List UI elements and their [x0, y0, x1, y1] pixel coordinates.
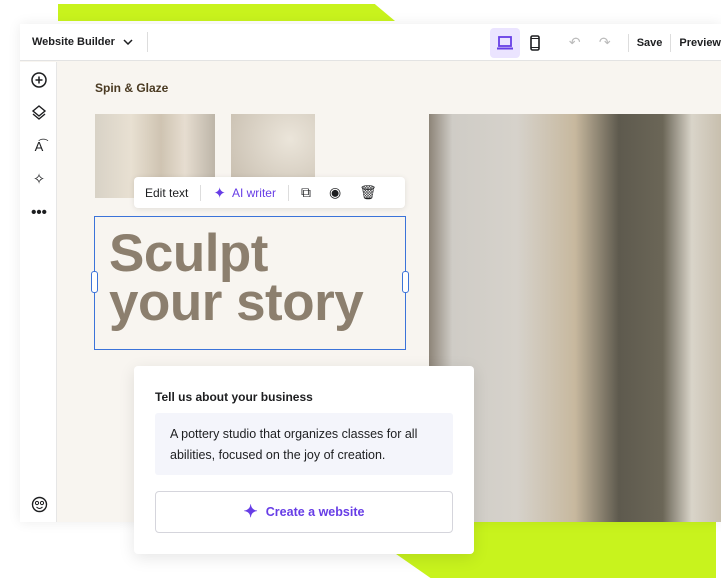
- top-toolbar: Website Builder ↶ ↷ Save Preview: [20, 24, 721, 61]
- redo-icon[interactable]: ↷: [590, 34, 620, 51]
- ai-sparkle-icon: ✦: [243, 502, 258, 521]
- resize-handle-right[interactable]: [402, 271, 409, 293]
- headline[interactable]: Sculpt your story: [109, 224, 364, 332]
- phone-icon: [529, 34, 540, 51]
- laptop-icon: [496, 35, 513, 49]
- headline-selection[interactable]: Sculpt your story: [91, 216, 409, 350]
- site-name[interactable]: Spin & Glaze: [95, 81, 168, 95]
- add-icon[interactable]: [29, 70, 49, 90]
- text-edit-toolbar: Edit text ✦ AI writer ⧉ ◉ 🗑: [134, 177, 405, 208]
- headline-line-2: your story: [109, 273, 364, 332]
- create-website-button[interactable]: ✦ Create a website: [155, 491, 453, 533]
- duplicate-icon[interactable]: ⧉: [301, 184, 311, 201]
- app-name: Website Builder: [32, 36, 115, 48]
- decorative-lime-band-top: [58, 4, 395, 21]
- left-sidebar: A͡ ✧ •••: [20, 62, 57, 522]
- ai-writer-button[interactable]: ✦ AI writer: [213, 184, 276, 202]
- layers-icon[interactable]: [29, 103, 49, 123]
- app-switcher[interactable]: Website Builder: [32, 32, 148, 52]
- ai-writer-label: AI writer: [231, 185, 276, 200]
- business-description-input[interactable]: A pottery studio that organizes classes …: [155, 413, 453, 475]
- undo-icon[interactable]: ↶: [560, 34, 590, 51]
- headline-line-1: Sculpt: [109, 224, 268, 283]
- mobile-view-button[interactable]: [520, 28, 550, 58]
- preview-button[interactable]: Preview: [679, 37, 721, 49]
- emoji-icon[interactable]: [29, 494, 49, 514]
- edit-text-button[interactable]: Edit text: [145, 186, 188, 200]
- trash-icon[interactable]: 🗑: [359, 184, 377, 201]
- chevron-down-icon: [123, 39, 133, 45]
- business-prompt-card: Tell us about your business A pottery st…: [134, 366, 474, 554]
- desktop-view-button[interactable]: [489, 27, 520, 58]
- ai-sparkle-icon[interactable]: ✧: [29, 169, 49, 189]
- divider: [670, 33, 672, 52]
- styles-icon[interactable]: A͡: [29, 136, 49, 156]
- divider: [627, 33, 629, 52]
- resize-handle-left[interactable]: [91, 271, 98, 293]
- eye-icon[interactable]: ◉: [329, 184, 341, 201]
- save-button[interactable]: Save: [637, 37, 663, 49]
- create-website-label: Create a website: [265, 505, 365, 519]
- ai-sparkle-icon: ✦: [213, 184, 226, 202]
- card-title: Tell us about your business: [155, 390, 313, 404]
- more-icon[interactable]: •••: [29, 202, 49, 222]
